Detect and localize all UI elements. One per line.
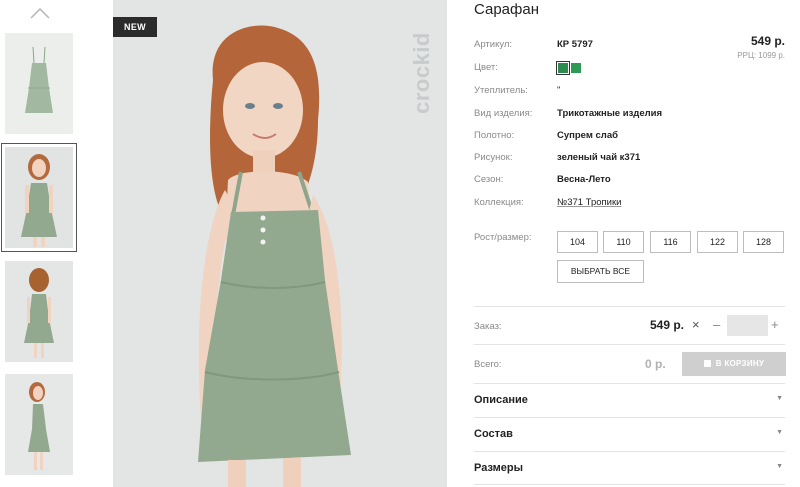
article-label: Артикул: bbox=[474, 39, 513, 50]
main-product-image[interactable] bbox=[113, 0, 447, 487]
chevron-down-icon: ▼ bbox=[776, 463, 783, 470]
collection-label: Коллекция: bbox=[474, 197, 524, 208]
remove-icon[interactable]: × bbox=[692, 317, 700, 332]
decrease-quantity-button[interactable]: – bbox=[713, 317, 720, 332]
insulation-label: Утеплитель: bbox=[474, 85, 528, 96]
recommended-price: РРЦ: 1099 р. bbox=[737, 51, 785, 60]
new-badge: NEW bbox=[113, 17, 157, 37]
color-swatch-1[interactable] bbox=[556, 61, 570, 75]
divider bbox=[474, 344, 785, 345]
select-all-sizes-button[interactable]: ВЫБРАТЬ ВСЕ bbox=[557, 260, 644, 283]
add-to-cart-button[interactable]: В КОРЗИНУ bbox=[682, 352, 786, 376]
chevron-down-icon: ▼ bbox=[776, 395, 783, 402]
thumbnail-girl-front[interactable] bbox=[1, 143, 77, 252]
thumbnail-gallery bbox=[0, 0, 80, 487]
type-label: Вид изделия: bbox=[474, 108, 533, 119]
total-value: 0 р. bbox=[645, 357, 666, 371]
total-label: Всего: bbox=[474, 359, 502, 370]
size-option-104[interactable]: 104 bbox=[557, 231, 598, 253]
accordion-description[interactable]: Описание ▼ bbox=[474, 384, 785, 416]
chevron-up-icon[interactable] bbox=[28, 6, 52, 20]
thumbnail-girl-side[interactable] bbox=[5, 374, 73, 475]
brand-watermark: crockid bbox=[409, 31, 434, 114]
size-option-128[interactable]: 128 bbox=[743, 231, 784, 253]
product-title: Сарафан bbox=[474, 1, 539, 18]
accordion-label: Описание bbox=[474, 394, 528, 406]
article-value: КР 5797 bbox=[557, 39, 593, 50]
size-label: Рост/размер: bbox=[474, 232, 532, 243]
size-option-122[interactable]: 122 bbox=[697, 231, 738, 253]
thumbnail-girl-back[interactable] bbox=[5, 261, 73, 362]
fabric-value: Супрем слаб bbox=[557, 130, 618, 141]
accordion-composition[interactable]: Состав ▼ bbox=[474, 418, 785, 450]
color-swatch-2[interactable] bbox=[571, 63, 581, 73]
color-label: Цвет: bbox=[474, 62, 498, 73]
divider bbox=[474, 306, 785, 307]
accordion-label: Состав bbox=[474, 428, 513, 440]
order-price: 549 р. bbox=[650, 318, 685, 332]
divider bbox=[474, 484, 785, 485]
quantity-input[interactable] bbox=[727, 315, 768, 336]
size-option-116[interactable]: 116 bbox=[650, 231, 691, 253]
accordion-sizes[interactable]: Размеры ▼ bbox=[474, 452, 785, 484]
pattern-label: Рисунок: bbox=[474, 152, 513, 163]
order-label: Заказ: bbox=[474, 321, 502, 332]
insulation-value: " bbox=[557, 85, 561, 96]
increase-quantity-button[interactable]: + bbox=[771, 317, 779, 332]
collection-link[interactable]: №371 Тропики bbox=[557, 197, 621, 208]
season-value: Весна-Лето bbox=[557, 174, 611, 185]
thumbnail-dress-flat[interactable] bbox=[5, 33, 73, 134]
product-price: 549 р. bbox=[750, 34, 785, 48]
season-label: Сезон: bbox=[474, 174, 504, 185]
accordion-label: Размеры bbox=[474, 462, 524, 474]
chevron-down-icon: ▼ bbox=[776, 429, 783, 436]
size-option-110[interactable]: 110 bbox=[603, 231, 644, 253]
type-value: Трикотажные изделия bbox=[557, 108, 663, 119]
pattern-value: зеленый чай к371 bbox=[557, 152, 641, 163]
fabric-label: Полотно: bbox=[474, 130, 515, 141]
shopping-bag-icon bbox=[703, 360, 711, 367]
add-to-cart-label: В КОРЗИНУ bbox=[715, 359, 765, 368]
